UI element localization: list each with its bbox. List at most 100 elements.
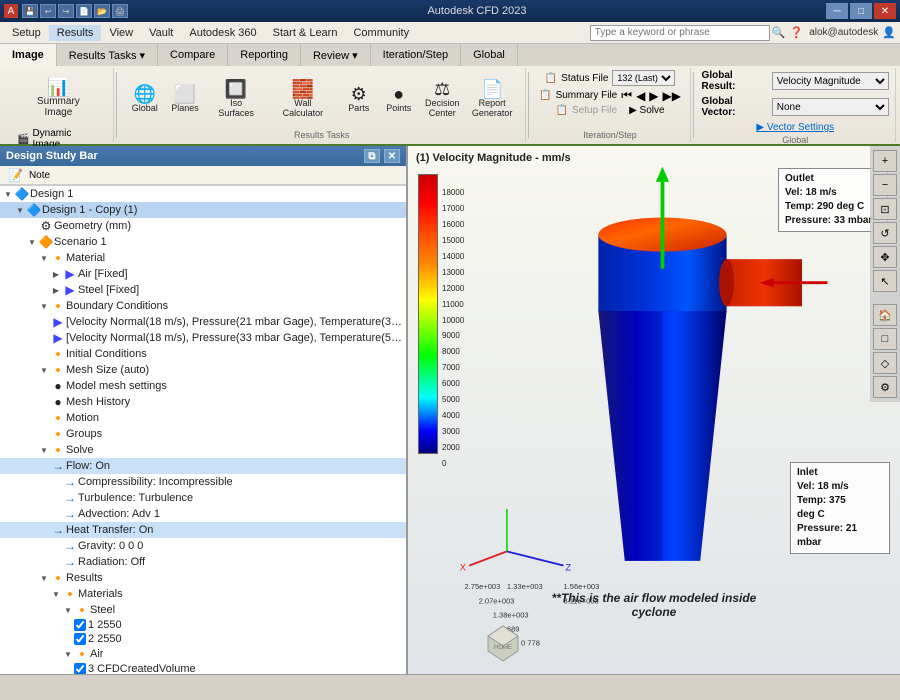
menu-community[interactable]: Community — [345, 25, 417, 41]
iso-surfaces-button[interactable]: 🔲 Iso Surfaces — [207, 77, 265, 121]
tab-iteration-step[interactable]: Iteration/Step — [371, 44, 461, 66]
menu-results[interactable]: Results — [49, 25, 102, 41]
solve-button[interactable]: ▶ Solve — [629, 105, 664, 116]
search-input[interactable] — [590, 25, 770, 41]
wall-calculator-button[interactable]: 🧱 Wall Calculator — [269, 77, 337, 121]
tree-materials[interactable]: ▼ 🔸 Materials — [0, 586, 406, 602]
tree-design1[interactable]: ▼ 🔷 Design 1 — [0, 186, 406, 202]
new-icon[interactable]: 📄 — [76, 4, 92, 18]
menu-vault[interactable]: Vault — [141, 25, 181, 41]
close-button[interactable]: ✕ — [874, 3, 896, 19]
planes-button[interactable]: ⬜ Planes — [167, 82, 203, 116]
report-generator-button[interactable]: 📄 ReportGenerator — [468, 77, 517, 121]
playback-prev-icon[interactable]: ⏮ — [621, 88, 632, 103]
summary-file-button[interactable]: 📋 — [539, 90, 551, 101]
tree-scenario1[interactable]: ▼ 🔶 Scenario 1 — [0, 234, 406, 250]
tree-compressibility[interactable]: → Compressibility: Incompressible — [0, 474, 406, 490]
playback-prev-step-icon[interactable]: ◀ — [636, 89, 645, 103]
global-vector-select[interactable]: None — [772, 98, 889, 116]
menu-autodesk360[interactable]: Autodesk 360 — [181, 25, 264, 41]
status-file-select[interactable]: 132 (Last) — [612, 70, 675, 86]
tab-results-tasks[interactable]: Results Tasks ▾ — [57, 44, 158, 66]
save-icon[interactable]: 💾 — [22, 4, 38, 18]
tree-geometry[interactable]: ⚙ Geometry (mm) — [0, 218, 406, 234]
tree-advection[interactable]: → Advection: Adv 1 — [0, 506, 406, 522]
undo-icon[interactable]: ↩ — [40, 4, 56, 18]
checkbox-cfd-vol[interactable] — [74, 663, 86, 674]
tree-air-fixed[interactable]: ▶ ▶ Air [Fixed] — [0, 266, 406, 282]
tree-steel-2[interactable]: 2 2550 — [0, 632, 406, 646]
tab-global[interactable]: Global — [461, 44, 518, 66]
maximize-button[interactable]: □ — [850, 3, 872, 19]
search-icon[interactable]: 🔍 — [772, 26, 786, 39]
vp-zoom-out-button[interactable]: − — [873, 174, 897, 196]
vector-settings-button[interactable]: ▶ Vector Settings — [756, 122, 834, 133]
vp-zoom-in-button[interactable]: + — [873, 150, 897, 172]
tree-steel-1[interactable]: 1 2550 — [0, 618, 406, 632]
vp-view-home-button[interactable]: 🏠 — [873, 304, 897, 326]
tree-results[interactable]: ▼ 🔸 Results — [0, 570, 406, 586]
help-icon[interactable]: ❓ — [790, 26, 804, 39]
tree-mesh-history[interactable]: ● Mesh History — [0, 394, 406, 410]
vp-pan-button[interactable]: ✥ — [873, 246, 897, 268]
vp-rotate-button[interactable]: ↺ — [873, 222, 897, 244]
tree-boundary-conditions[interactable]: ▼ 🔸 Boundary Conditions — [0, 298, 406, 314]
tree-solve[interactable]: ▼ 🔸 Solve — [0, 442, 406, 458]
playback-next-step-icon[interactable]: ▶▶ — [663, 89, 681, 103]
checkbox-steel-2[interactable] — [74, 633, 86, 645]
summary-image-button[interactable]: 📊 SummaryImage — [32, 70, 85, 126]
checkbox-steel-1[interactable] — [74, 619, 86, 631]
print-icon[interactable]: 🖨 — [112, 4, 128, 18]
menu-startlearn[interactable]: Start & Learn — [265, 25, 346, 41]
points-button[interactable]: ● Points — [381, 82, 417, 116]
redo-icon[interactable]: ↪ — [58, 4, 74, 18]
vp-view-front-button[interactable]: □ — [873, 328, 897, 350]
tree-air-result[interactable]: ▼ 🔸 Air — [0, 646, 406, 662]
minimize-button[interactable]: ─ — [826, 3, 848, 19]
tree-heat-transfer[interactable]: → Heat Transfer: On — [0, 522, 406, 538]
tree-design1-copy[interactable]: ▼ 🔷 Design 1 - Copy (1) — [0, 202, 406, 218]
vp-fit-button[interactable]: ⊡ — [873, 198, 897, 220]
tree-model-mesh[interactable]: ● Model mesh settings — [0, 378, 406, 394]
tree-groups[interactable]: 🔸 Groups — [0, 426, 406, 442]
viewport[interactable]: (1) Velocity Magnitude - mm/s 18000 1700… — [408, 146, 900, 674]
image-buttons: 📊 SummaryImage — [32, 70, 85, 126]
tab-compare[interactable]: Compare — [158, 44, 228, 66]
tree-initial-conditions[interactable]: 🔸 Initial Conditions — [0, 346, 406, 362]
playback-play-icon[interactable]: ▶ — [649, 89, 658, 103]
open-icon[interactable]: 📂 — [94, 4, 110, 18]
tree-gravity[interactable]: → Gravity: 0 0 0 — [0, 538, 406, 554]
tree-bc2[interactable]: ▶ [Velocity Normal(18 m/s), Pressure(33 … — [0, 330, 406, 346]
global-result-label: Global Result: — [702, 70, 768, 92]
tree-steel-result[interactable]: ▼ 🔸 Steel — [0, 602, 406, 618]
menu-view[interactable]: View — [101, 25, 141, 41]
tree-motion[interactable]: 🔸 Motion — [0, 410, 406, 426]
design-tree[interactable]: ▼ 🔷 Design 1 ▼ 🔷 Design 1 - Copy (1) ⚙ G… — [0, 185, 406, 674]
tree-flow[interactable]: → Flow: On — [0, 458, 406, 474]
float-button[interactable]: ⧉ — [364, 149, 380, 163]
account-icon[interactable]: 👤 — [882, 26, 896, 39]
close-panel-button[interactable]: ✕ — [384, 149, 400, 163]
tab-reporting[interactable]: Reporting — [228, 44, 301, 66]
vp-view-iso-button[interactable]: ◇ — [873, 352, 897, 374]
tree-cfd-volume[interactable]: 3 CFDCreatedVolume — [0, 662, 406, 674]
vp-select-button[interactable]: ↖ — [873, 270, 897, 292]
view-cube[interactable]: HOME — [478, 616, 528, 666]
tree-turbulence[interactable]: → Turbulence: Turbulence — [0, 490, 406, 506]
tree-steel-fixed[interactable]: ▶ ▶ Steel [Fixed] — [0, 282, 406, 298]
global-button[interactable]: 🌐 Global — [127, 82, 163, 116]
tree-bc1[interactable]: ▶ [Velocity Normal(18 m/s), Pressure(21 … — [0, 314, 406, 330]
vp-settings-button[interactable]: ⚙ — [873, 376, 897, 398]
tab-image[interactable]: Image — [0, 44, 57, 66]
tree-radiation[interactable]: → Radiation: Off — [0, 554, 406, 570]
global-result-select[interactable]: Velocity Magnitude — [772, 72, 889, 90]
decision-center-button[interactable]: ⚖ DecisionCenter — [421, 77, 464, 121]
status-file-button[interactable]: 📋 — [545, 73, 557, 84]
parts-button[interactable]: ⚙ Parts — [341, 82, 377, 116]
tree-arrow-mat: ▼ — [50, 590, 62, 599]
tree-material[interactable]: ▼ 🔸 Material — [0, 250, 406, 266]
menu-setup[interactable]: Setup — [4, 25, 49, 41]
tree-mesh-size[interactable]: ▼ 🔸 Mesh Size (auto) — [0, 362, 406, 378]
inlet-temp: Temp: 375 — [797, 494, 883, 508]
tab-review[interactable]: Review ▾ — [301, 44, 371, 66]
